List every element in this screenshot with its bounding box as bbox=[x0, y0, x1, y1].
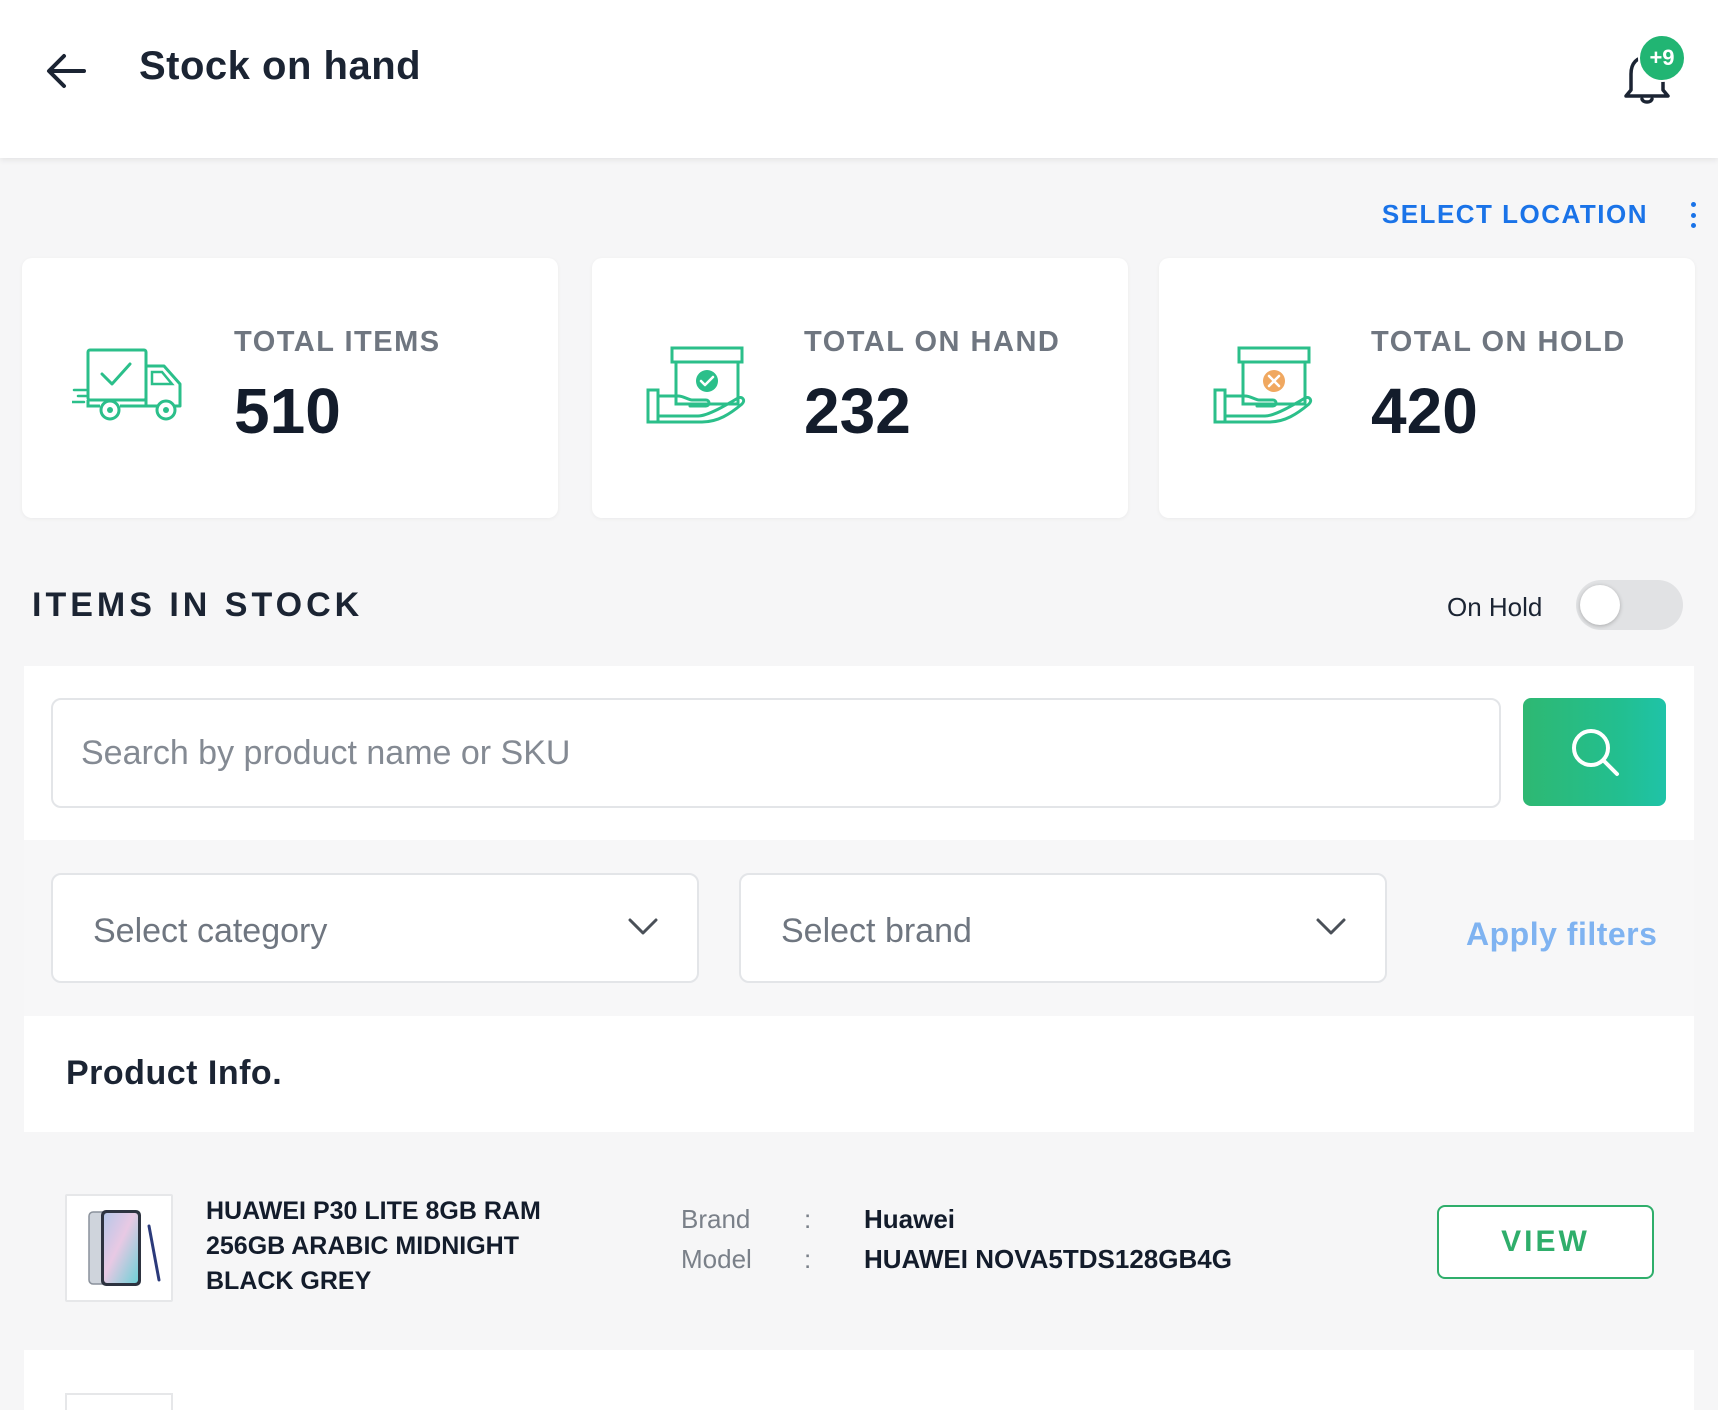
brand-separator: : bbox=[804, 1204, 812, 1234]
brand-select[interactable]: Select brand bbox=[739, 873, 1387, 983]
smartphone-image-icon bbox=[88, 1210, 161, 1286]
category-select-placeholder: Select category bbox=[93, 912, 328, 950]
model-value: HUAWEI NOVA5TDS128GB4G bbox=[864, 1244, 1232, 1274]
view-button[interactable]: VIEW bbox=[1437, 1205, 1654, 1279]
filter-bar: Select category Select brand Apply filte… bbox=[24, 840, 1694, 1016]
page-title: Stock on hand bbox=[139, 44, 422, 88]
on-hold-toggle[interactable] bbox=[1576, 580, 1683, 630]
product-info-header: Product Info. bbox=[24, 1016, 1694, 1132]
product-thumbnail bbox=[65, 1194, 173, 1302]
stat-card-total-on-hand: TOTAL ON HAND 232 bbox=[592, 258, 1128, 518]
box-in-hand-check-icon bbox=[646, 346, 746, 424]
brand-select-placeholder: Select brand bbox=[781, 912, 972, 950]
back-button[interactable] bbox=[40, 45, 92, 97]
product-thumbnail bbox=[65, 1393, 173, 1410]
stat-card-total-on-hold: TOTAL ON HOLD 420 bbox=[1159, 258, 1695, 518]
delivery-truck-icon bbox=[72, 348, 182, 421]
search-input[interactable] bbox=[51, 698, 1501, 808]
apply-filters-button[interactable]: Apply filters bbox=[1466, 916, 1657, 953]
search-button[interactable] bbox=[1523, 698, 1666, 806]
items-panel: Select category Select brand Apply filte… bbox=[24, 666, 1694, 1410]
box-in-hand-cross-icon bbox=[1213, 346, 1313, 424]
notification-count-badge: +9 bbox=[1638, 34, 1686, 82]
brand-value: Huawei bbox=[864, 1204, 956, 1234]
stat-label: TOTAL ITEMS bbox=[234, 326, 441, 358]
category-select[interactable]: Select category bbox=[51, 873, 699, 983]
search-icon bbox=[1571, 729, 1619, 776]
search-bar bbox=[24, 666, 1694, 840]
product-row: HUAWEI P30 LITE 8GB RAM 256GB ARABIC MID… bbox=[24, 1132, 1694, 1350]
select-location-link[interactable]: SELECT LOCATION bbox=[1382, 199, 1648, 230]
stat-label: TOTAL ON HAND bbox=[804, 326, 1061, 358]
toggle-knob bbox=[1580, 585, 1620, 625]
product-name: HUAWEI P30 LITE 8GB RAM 256GB ARABIC MID… bbox=[206, 1197, 541, 1295]
stat-card-total-items: TOTAL ITEMS 510 bbox=[22, 258, 558, 518]
chevron-down-icon bbox=[1316, 918, 1346, 935]
app-header: Stock on hand +9 bbox=[0, 0, 1718, 158]
model-separator: : bbox=[804, 1244, 812, 1274]
brand-label: Brand bbox=[681, 1204, 751, 1234]
model-label: Model bbox=[681, 1244, 752, 1274]
arrow-left-icon bbox=[47, 54, 86, 88]
chevron-down-icon bbox=[628, 918, 658, 935]
stat-value: 510 bbox=[234, 375, 341, 447]
stat-value: 420 bbox=[1371, 375, 1478, 447]
product-row bbox=[24, 1350, 1694, 1410]
on-hold-label: On Hold bbox=[1447, 592, 1543, 622]
product-info-title: Product Info. bbox=[66, 1054, 283, 1092]
stat-label: TOTAL ON HOLD bbox=[1371, 326, 1626, 358]
section-title: ITEMS IN STOCK bbox=[32, 586, 364, 624]
stat-value: 232 bbox=[804, 375, 911, 447]
more-options-icon[interactable] bbox=[1686, 202, 1700, 228]
